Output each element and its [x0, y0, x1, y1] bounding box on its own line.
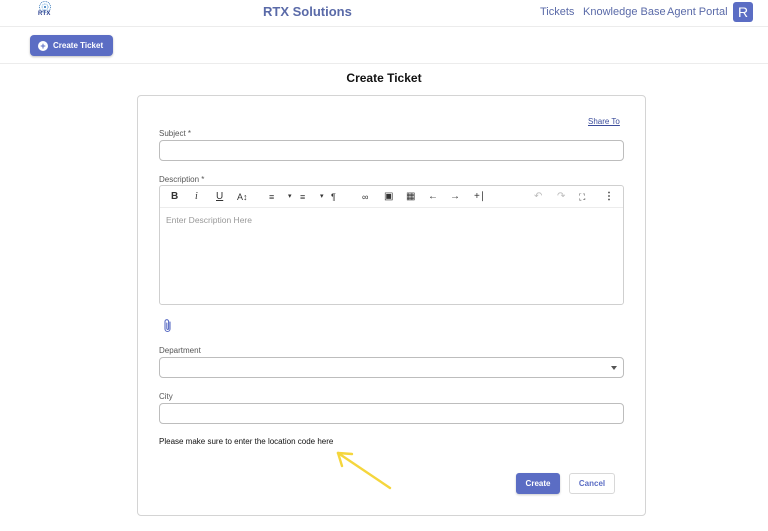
paperclip-icon[interactable]: [162, 318, 174, 334]
subject-input[interactable]: [159, 140, 624, 161]
city-label: City: [159, 392, 173, 401]
italic-icon[interactable]: i: [195, 191, 198, 203]
outdent-icon[interactable]: ←: [428, 191, 438, 203]
font-size-icon[interactable]: A↕: [237, 191, 248, 203]
description-editor[interactable]: B i U A↕ ≡ ▾ ≡ ▾ ¶ ∞ ▣ ▦ ← → +∣ ↶ ↷ ⛶ ⋮ …: [159, 185, 624, 305]
ordered-list-dropdown-icon[interactable]: ▾: [288, 191, 292, 203]
unordered-list-icon[interactable]: ≡: [300, 191, 305, 203]
annotation-arrow-icon: [336, 451, 392, 490]
description-placeholder: Enter Description Here: [166, 215, 252, 225]
create-ticket-label: Create Ticket: [53, 41, 104, 50]
city-input[interactable]: [159, 403, 624, 424]
redo-icon[interactable]: ↷: [557, 191, 565, 203]
unordered-list-dropdown-icon[interactable]: ▾: [320, 191, 324, 203]
undo-icon[interactable]: ↶: [534, 191, 542, 203]
description-label: Description *: [159, 175, 205, 184]
fullscreen-icon[interactable]: ⛶: [579, 191, 585, 203]
table-icon[interactable]: ▦: [406, 191, 415, 203]
location-code-note: Please make sure to enter the location c…: [159, 437, 334, 446]
logo-text: RTX: [38, 11, 51, 17]
nav-tickets[interactable]: Tickets: [540, 6, 574, 18]
brand-title[interactable]: RTX Solutions: [263, 4, 352, 19]
subject-label: Subject *: [159, 129, 192, 138]
indent-icon[interactable]: →: [450, 191, 460, 203]
avatar[interactable]: R: [733, 2, 753, 22]
create-ticket-button[interactable]: + Create Ticket: [30, 35, 113, 56]
editor-toolbar: B i U A↕ ≡ ▾ ≡ ▾ ¶ ∞ ▣ ▦ ← → +∣ ↶ ↷ ⛶ ⋮: [160, 186, 623, 208]
link-icon[interactable]: ∞: [362, 191, 368, 203]
image-icon[interactable]: ▣: [384, 191, 393, 203]
nav-knowledge-base[interactable]: Knowledge Base: [583, 6, 666, 18]
chevron-down-icon: [611, 366, 617, 370]
ordered-list-icon[interactable]: ≡: [269, 191, 274, 203]
nav-agent-portal[interactable]: Agent Portal: [667, 6, 728, 18]
create-button[interactable]: Create: [516, 473, 560, 494]
more-icon[interactable]: ⋮: [604, 191, 614, 203]
cancel-button[interactable]: Cancel: [569, 473, 615, 494]
share-to-link[interactable]: Share To: [588, 117, 620, 126]
bold-icon[interactable]: B: [171, 191, 178, 203]
department-select[interactable]: [159, 357, 624, 378]
insert-icon[interactable]: +∣: [474, 191, 485, 203]
page-title: Create Ticket: [346, 71, 422, 85]
department-label: Department: [159, 346, 201, 355]
plus-circle-icon: +: [38, 40, 48, 51]
top-bar: RTX RTX Solutions Tickets Knowledge Base…: [0, 0, 768, 27]
action-bar: + Create Ticket: [0, 28, 768, 64]
paragraph-format-icon[interactable]: ¶: [331, 191, 336, 203]
underline-icon[interactable]: U: [216, 191, 223, 203]
